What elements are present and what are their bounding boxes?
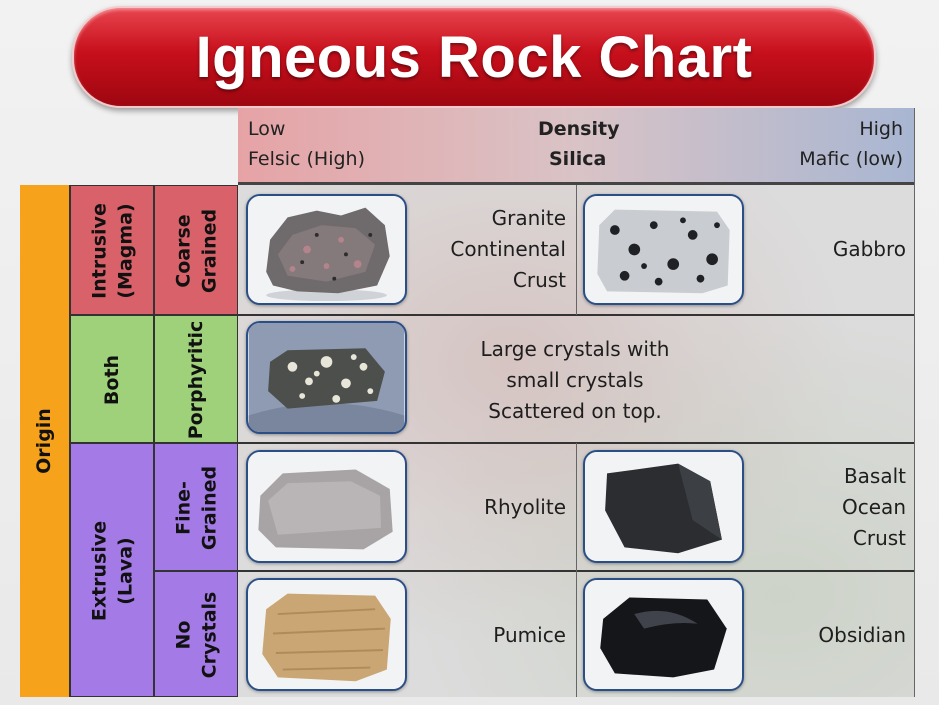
density-label: Density xyxy=(538,118,620,140)
pumice-label: Pumice xyxy=(493,623,566,647)
table-right-border xyxy=(914,108,915,697)
mafic-label: Mafic (low) xyxy=(799,148,903,170)
density-silica-header: Low Density High Felsic (High) Silica Ma… xyxy=(238,108,915,185)
gabbro-label: Gabbro xyxy=(832,237,906,261)
chart-title: Igneous Rock Chart xyxy=(195,24,753,90)
group-both: Both xyxy=(70,315,154,443)
rhyolite-image xyxy=(246,450,407,563)
title-banner: Igneous Rock Chart xyxy=(72,6,876,108)
granite-label: Granite Continental Crust xyxy=(450,206,566,292)
origin-label: Origin xyxy=(33,408,56,474)
both-label: Both xyxy=(101,354,124,406)
column-divider xyxy=(576,185,577,315)
group-extrusive: Extrusive (Lava) xyxy=(70,443,154,697)
obsidian-image xyxy=(583,578,744,691)
texture-coarse: Coarse Grained xyxy=(154,185,238,315)
column-divider xyxy=(576,443,577,697)
texture-porphyritic: Porphyritic xyxy=(154,315,238,443)
coarse-label: Coarse Grained xyxy=(172,208,220,294)
gabbro-image xyxy=(583,194,744,305)
group-intrusive: Intrusive (Magma) xyxy=(70,185,154,315)
obsidian-label: Obsidian xyxy=(818,623,906,647)
intrusive-label: Intrusive (Magma) xyxy=(88,203,136,299)
silica-label: Silica xyxy=(549,148,607,170)
porphyritic-description: Large crystals with small crystals Scatter… xyxy=(480,337,670,423)
low-label: Low xyxy=(248,118,286,140)
granite-image xyxy=(246,194,407,305)
no-crystals-label: No Crystals xyxy=(172,591,220,679)
basalt-image xyxy=(583,450,744,563)
rhyolite-label: Rhyolite xyxy=(484,495,566,519)
porphyritic-label: Porphyritic xyxy=(185,320,208,440)
texture-no-crystals: No Crystals xyxy=(154,571,238,697)
texture-fine: Fine- Grained xyxy=(154,443,238,571)
porphyry-image xyxy=(246,321,407,434)
pumice-image xyxy=(246,578,407,691)
extrusive-label: Extrusive (Lava) xyxy=(88,520,136,622)
felsic-label: Felsic (High) xyxy=(248,148,366,170)
high-label: High xyxy=(859,118,903,140)
origin-column: Origin xyxy=(20,185,70,697)
fine-label: Fine- Grained xyxy=(172,465,220,551)
basalt-label: Basalt Ocean Crust xyxy=(842,464,906,550)
